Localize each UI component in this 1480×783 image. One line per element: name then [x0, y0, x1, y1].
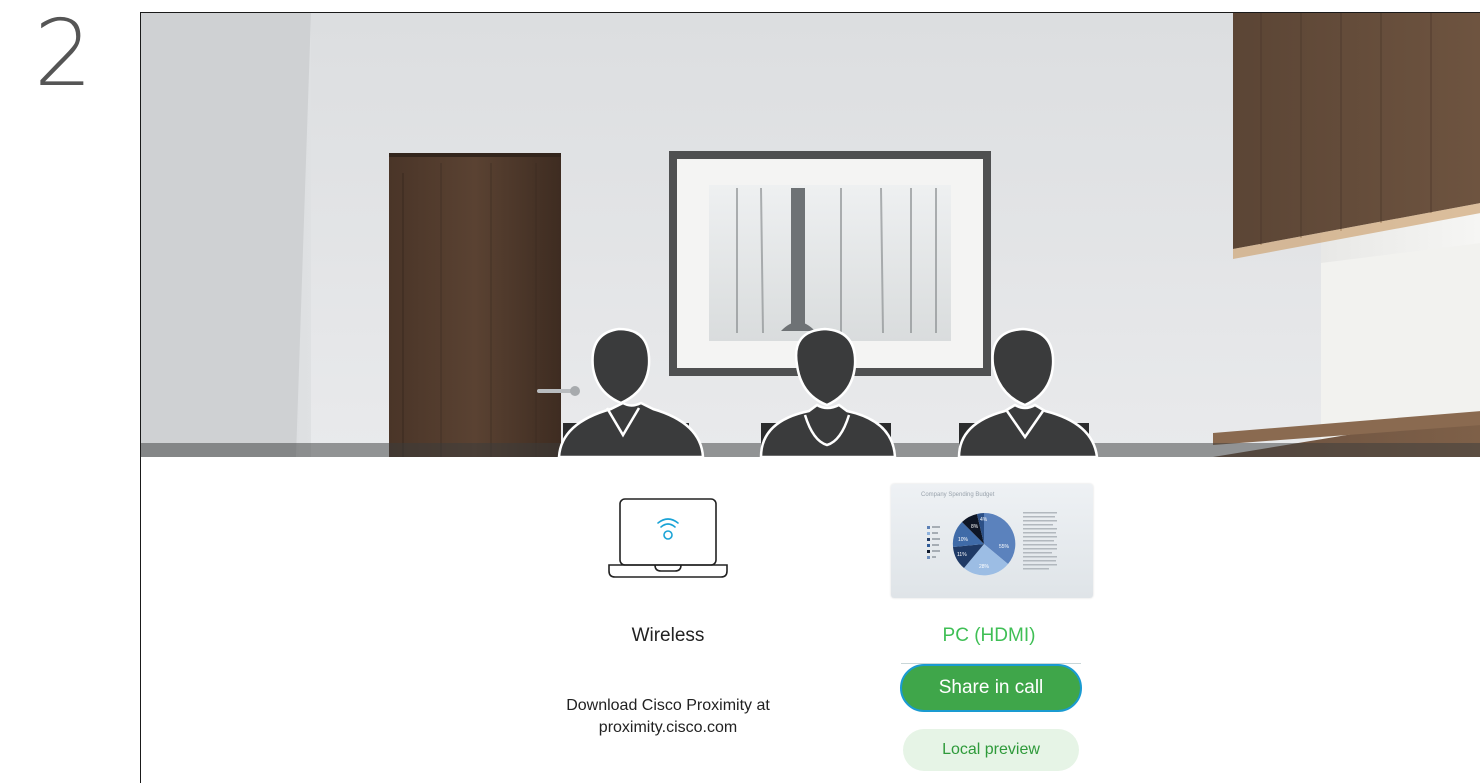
local-preview-button[interactable]: Local preview [903, 729, 1079, 771]
proximity-hint: Download Cisco Proximity at proximity.ci… [531, 695, 805, 739]
share-in-call-button[interactable]: Share in call [900, 664, 1082, 712]
wireless-source-label[interactable]: Wireless [558, 625, 778, 647]
pie-label: 4% [980, 517, 988, 523]
pie-label: 8% [971, 524, 979, 530]
pie-chart-preview: 55% 28% 11% 10% 8% 4% [927, 512, 1057, 576]
pc-source-thumbnail[interactable]: Company Spending Budget 55% 28% 11% 10% … [891, 484, 1093, 598]
room-illustration [141, 13, 1480, 457]
camera-view [141, 13, 1480, 457]
pie-label: 55% [999, 544, 1010, 550]
device-screen: Wireless Download Cisco Proximity at pro… [140, 12, 1480, 783]
step-number: 2 [34, 0, 93, 107]
pie-label: 11% [957, 552, 967, 558]
proximity-hint-line1: Download Cisco Proximity at [566, 697, 770, 714]
laptop-wireless-icon[interactable] [607, 497, 729, 585]
pie-label: 28% [979, 564, 990, 570]
share-source-panel: Wireless Download Cisco Proximity at pro… [141, 457, 1480, 783]
pie-label: 10% [958, 537, 969, 543]
thumbnail-title: Company Spending Budget [921, 492, 995, 498]
pc-hdmi-source-label[interactable]: PC (HDMI) [879, 625, 1099, 647]
proximity-hint-line2: proximity.cisco.com [598, 719, 738, 736]
